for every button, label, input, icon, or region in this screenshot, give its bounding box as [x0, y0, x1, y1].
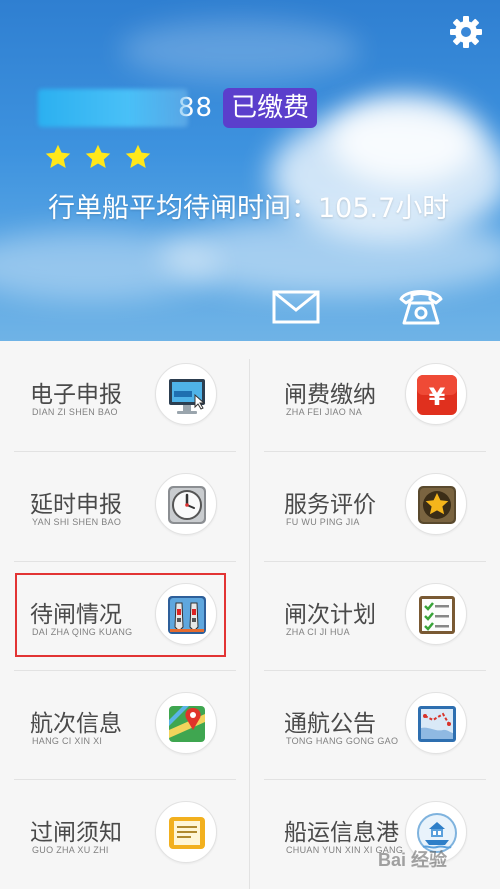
average-wait-time: 行单船平均待闸时间：105.7小时	[48, 193, 450, 224]
menu-tile-hang-ci-xin-xi[interactable]: 航次信息 HANG CI XIN XI	[0, 670, 250, 780]
menu-tile-title: 服务评价	[284, 492, 376, 518]
menu-tile-fu-wu-ping-jia[interactable]: 服务评价 FU WU PING JIA	[250, 451, 500, 561]
menu-tile-dian-zi-shen-bao[interactable]: 电子申报 DIAN ZI SHEN BAO	[0, 341, 250, 451]
account-number-redacted	[38, 89, 188, 127]
menu-tile-dai-zha-qing-kuang[interactable]: 待闸情况 DAI ZHA QING KUANG	[0, 561, 250, 671]
svg-text:¥: ¥	[429, 383, 446, 411]
menu-tile-title: 延时申报	[30, 492, 122, 518]
monitor-icon	[155, 363, 217, 425]
menu-tile-guo-zha-xu-zhi[interactable]: 过闸须知 GUO ZHA XU ZHI	[0, 779, 250, 889]
rating-stars	[44, 143, 152, 171]
menu-tile-pinyin: GUO ZHA XU ZHI	[32, 845, 109, 855]
menu-tile-title: 通航公告	[284, 711, 376, 737]
menu-tile-pinyin: YAN SHI SHEN BAO	[32, 517, 122, 527]
route-map-icon	[405, 692, 467, 754]
gear-icon[interactable]	[448, 14, 484, 50]
menu-tile-pinyin: ZHA FEI JIAO NA	[286, 407, 363, 417]
cloud-decoration	[120, 20, 360, 80]
menu-tile-tong-hang-gong-gao[interactable]: 通航公告 TONG HANG GONG GAO	[250, 670, 500, 780]
phone-icon[interactable]	[398, 285, 444, 327]
star-icon	[85, 144, 111, 168]
menu-tile-yan-shi-shen-bao[interactable]: 延时申报 YAN SHI SHEN BAO	[0, 451, 250, 561]
account-row: 88 已缴费	[38, 86, 318, 130]
menu-tile-title: 闸次计划	[284, 602, 376, 628]
map-pin-icon	[155, 692, 217, 754]
star-icon	[125, 144, 151, 168]
star-badge-icon	[405, 473, 467, 535]
document-icon	[155, 801, 217, 863]
menu-tile-title: 闸费缴纳	[284, 382, 376, 408]
menu-tile-pinyin: FU WU PING JIA	[286, 517, 360, 527]
menu-tile-pinyin: DIAN ZI SHEN BAO	[32, 407, 118, 417]
menu-tile-chuan-yun-xin-xi-gang[interactable]: 船运信息港 CHUAN YUN XIN XI GANG	[250, 779, 500, 889]
ships-icon	[155, 583, 217, 645]
menu-tile-pinyin: TONG HANG GONG GAO	[286, 736, 399, 746]
menu-tile-pinyin: ZHA CI JI HUA	[286, 627, 350, 637]
yen-icon: ¥	[405, 363, 467, 425]
menu-tile-zha-ci-ji-hua[interactable]: 闸次计划 ZHA CI JI HUA	[250, 561, 500, 671]
menu-tile-title: 船运信息港	[284, 820, 399, 846]
paid-status-badge: 已缴费	[223, 88, 318, 128]
clock-icon	[155, 473, 217, 535]
menu-tile-title: 待闸情况	[30, 602, 122, 628]
menu-grid: 电子申报 DIAN ZI SHEN BAO 闸费缴纳 ZHA FEI JIAO …	[0, 341, 500, 889]
menu-tile-zha-fei-jiao-na[interactable]: 闸费缴纳 ZHA FEI JIAO NA ¥	[250, 341, 500, 451]
mail-icon[interactable]	[272, 290, 320, 324]
checklist-icon	[405, 583, 467, 645]
header-banner: 88 已缴费 行单船平均待闸时间：105.7小时	[0, 0, 500, 341]
watermark: Bai 经验	[378, 850, 448, 870]
menu-tile-pinyin: DAI ZHA QING KUANG	[32, 627, 133, 637]
menu-tile-title: 电子申报	[30, 382, 122, 408]
star-icon	[45, 144, 71, 168]
menu-tile-title: 过闸须知	[30, 820, 122, 846]
cloud-decoration	[330, 95, 480, 185]
menu-tile-pinyin: HANG CI XIN XI	[32, 736, 103, 746]
menu-tile-title: 航次信息	[30, 711, 122, 737]
